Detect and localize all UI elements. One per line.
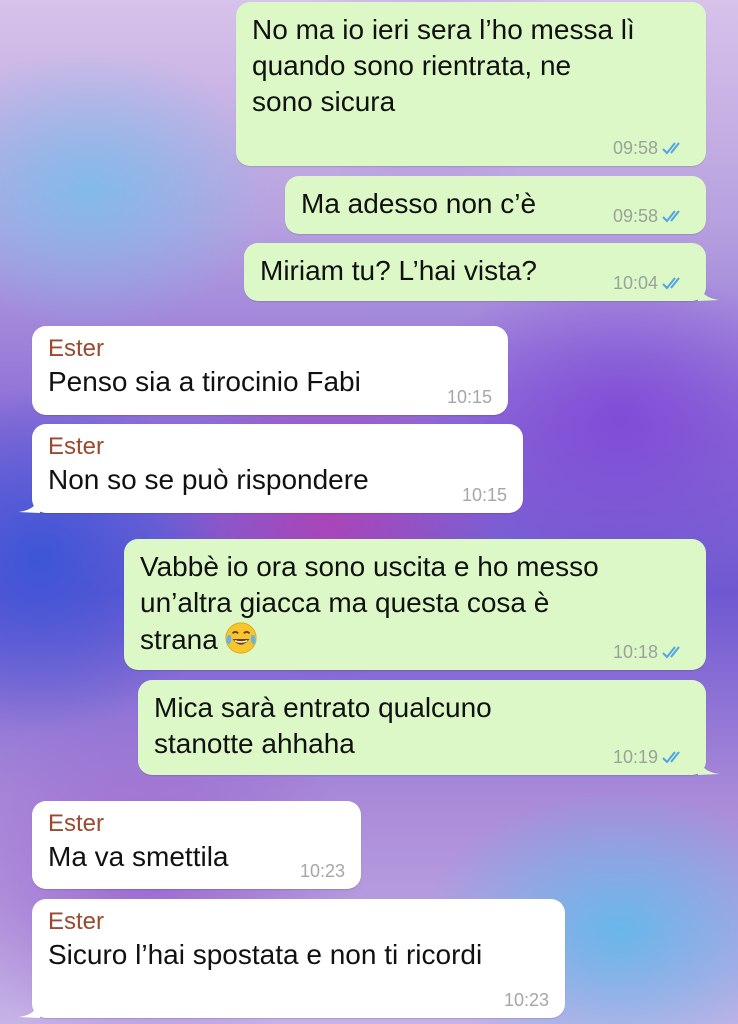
- message-time: 10:18: [612, 642, 658, 662]
- message-text: Vabbè io ora sono uscita e ho messo un’a…: [140, 549, 690, 658]
- bubble-tail: [698, 283, 720, 301]
- sender-name: Ester: [48, 335, 105, 362]
- message-bubble-outgoing[interactable]: No ma io ieri sera l’ho messa lì quando …: [236, 2, 706, 166]
- message-bubble-incoming[interactable]: Ester Penso sia a tirocinio Fabi 10:15: [32, 326, 508, 415]
- message-meta: 10:18: [613, 642, 690, 662]
- double-check-icon: [662, 646, 680, 659]
- sender-name: Ester: [48, 433, 105, 460]
- double-check-icon: [662, 751, 680, 764]
- message-bubble-incoming[interactable]: Ester Ma va smettila 10:23: [32, 801, 361, 889]
- message-bubble-outgoing[interactable]: Miriam tu? L’hai vista? 10:04: [244, 243, 720, 301]
- double-check-icon: [662, 210, 680, 223]
- message-bubble-outgoing[interactable]: Mica sarà entrato qualcuno stanotte ahha…: [138, 680, 720, 775]
- message-meta: 09:58: [613, 138, 690, 158]
- message-meta: 10:23: [504, 990, 549, 1010]
- message-meta: 10:04: [613, 273, 690, 293]
- message-bubble-incoming[interactable]: Ester Non so se può rispondere 10:15: [18, 424, 523, 513]
- message-bubble-incoming[interactable]: Ester Sicuro l’hai spostata e non ti ric…: [18, 899, 565, 1018]
- sender-name: Ester: [48, 908, 105, 935]
- message-text: Penso sia a tirocinio Fabi: [48, 366, 361, 397]
- message-text: No ma io ieri sera l’ho messa lì quando …: [252, 14, 635, 117]
- message-time: 09:58: [612, 138, 658, 158]
- message-bubble-outgoing[interactable]: Ma adesso non c’è 09:58: [285, 176, 706, 234]
- message-time: 10:15: [446, 387, 492, 407]
- message-time: 10:23: [503, 990, 549, 1010]
- message-bubble-outgoing[interactable]: Vabbè io ora sono uscita e ho messo un’a…: [124, 539, 706, 670]
- message-meta: 10:15: [447, 387, 492, 407]
- bubble-tail: [698, 757, 720, 775]
- message-meta: 09:58: [613, 206, 690, 226]
- message-time: 09:58: [612, 206, 658, 226]
- message-meta: 10:19: [613, 747, 690, 767]
- bubble-tail: [18, 1000, 40, 1018]
- message-text: Sicuro l’hai spostata e non ti ricordi: [48, 939, 483, 970]
- message-time: 10:23: [299, 861, 345, 881]
- message-text: Mica sarà entrato qualcuno stanotte ahha…: [154, 692, 492, 759]
- message-text: Non so se può rispondere: [48, 464, 369, 495]
- message-time: 10:15: [461, 485, 507, 505]
- message-time: 10:04: [612, 273, 658, 293]
- sender-name: Ester: [48, 810, 105, 837]
- message-meta: 10:15: [462, 485, 507, 505]
- message-text-content: Vabbè io ora sono uscita e ho messo un’a…: [140, 551, 599, 655]
- double-check-icon: [662, 277, 680, 290]
- double-check-icon: [662, 142, 680, 155]
- message-meta: 10:23: [300, 861, 345, 881]
- face-with-tears-of-joy-emoji: [225, 622, 257, 654]
- bubble-tail: [18, 495, 40, 513]
- message-time: 10:19: [612, 747, 658, 767]
